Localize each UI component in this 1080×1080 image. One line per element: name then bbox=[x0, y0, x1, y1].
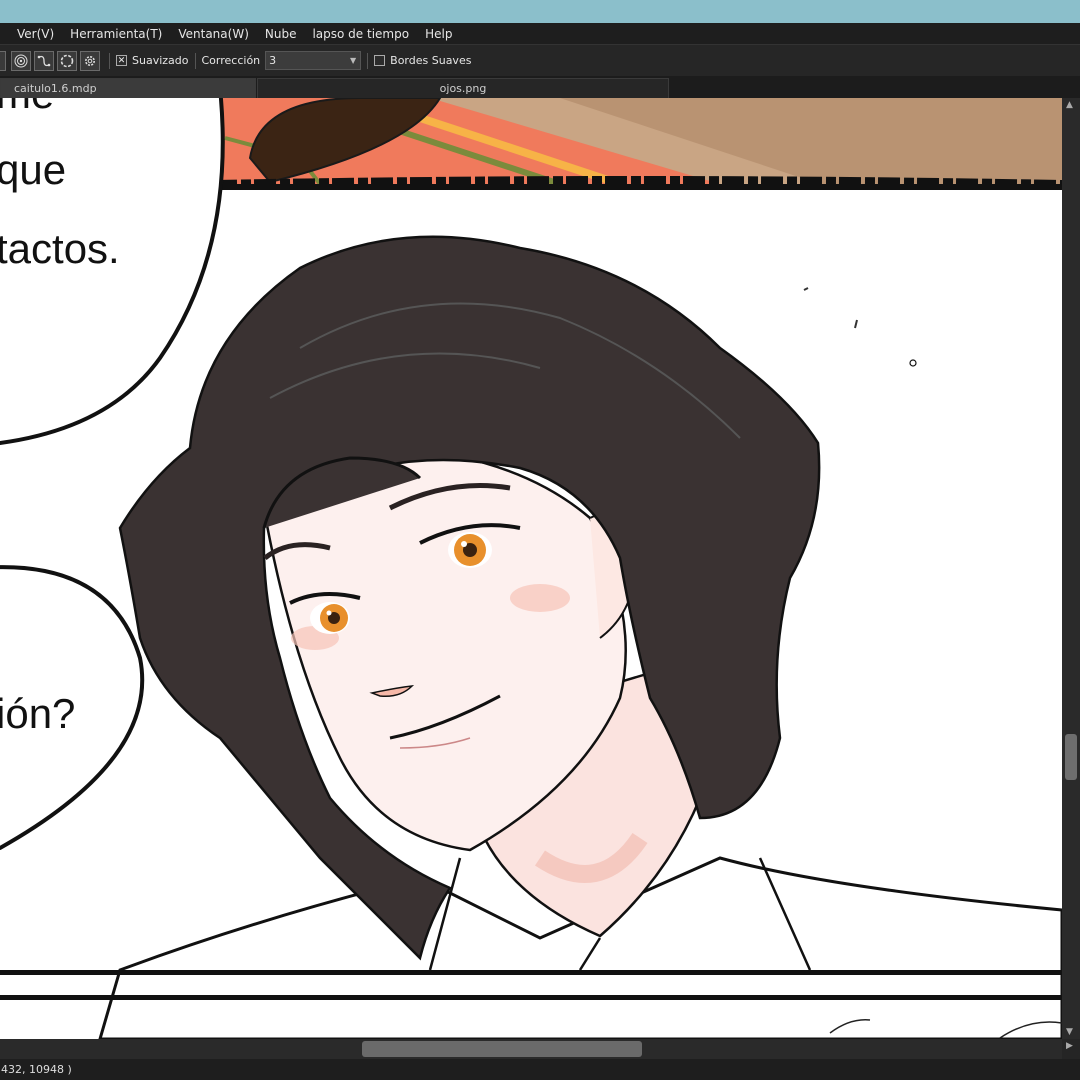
tab-caitulo[interactable]: caitulo1.6.mdp bbox=[0, 78, 256, 98]
bubble-text-line-3: tactos. bbox=[0, 225, 120, 272]
horizontal-scrollbar[interactable] bbox=[0, 1039, 1062, 1059]
menu-window[interactable]: Ventana(W) bbox=[170, 27, 257, 41]
toolbar-separator bbox=[194, 52, 196, 69]
tool-options-bar: ✕ Suavizado Corrección 3 ▼ Bordes Suaves bbox=[0, 44, 1080, 77]
menu-bar: Ver(V) Herramienta(T) Ventana(W) Nube la… bbox=[0, 23, 1080, 44]
bubble-text-line-1: me bbox=[0, 98, 54, 117]
menu-view[interactable]: Ver(V) bbox=[0, 27, 62, 41]
tab-ojos[interactable]: ojos.png bbox=[257, 78, 669, 98]
menu-timelapse[interactable]: lapso de tiempo bbox=[304, 27, 417, 41]
cursor-coordinates: 432, 10948 ) bbox=[1, 1063, 72, 1076]
bubble-text-line-4: ión? bbox=[0, 690, 75, 737]
chevron-down-icon[interactable]: ▼ bbox=[1066, 1027, 1073, 1037]
chevron-down-icon: ▼ bbox=[350, 56, 357, 65]
toolbar-separator bbox=[109, 52, 110, 69]
soft-edges-label: Bordes Suaves bbox=[390, 54, 472, 67]
vertical-scroll-thumb[interactable] bbox=[1065, 734, 1077, 780]
drawing-canvas[interactable]: me que tactos. ión? bbox=[0, 98, 1062, 1039]
toolbar-separator bbox=[367, 52, 369, 69]
tab-label: caitulo1.6.mdp bbox=[14, 82, 97, 95]
soft-edges-checkbox[interactable] bbox=[374, 55, 386, 66]
smoothing-checkbox[interactable]: ✕ bbox=[116, 55, 127, 66]
menu-help[interactable]: Help bbox=[417, 27, 460, 41]
gear-icon[interactable] bbox=[80, 50, 100, 71]
status-bar: 432, 10948 ) bbox=[0, 1059, 1080, 1080]
curve-icon[interactable] bbox=[34, 50, 54, 71]
smoothing-label: Suavizado bbox=[132, 54, 189, 67]
vertical-scrollbar[interactable]: ▲ ▼ bbox=[1062, 98, 1080, 1039]
chevron-right-icon[interactable]: ▶ bbox=[1066, 1041, 1073, 1051]
horizontal-scroll-thumb[interactable] bbox=[362, 1041, 642, 1057]
menu-tool[interactable]: Herramienta(T) bbox=[62, 27, 170, 41]
chevron-up-icon[interactable]: ▲ bbox=[1066, 100, 1073, 110]
top-panel-art bbox=[214, 98, 1062, 190]
artwork: me que tactos. ión? bbox=[0, 98, 1062, 1039]
circle-select-icon[interactable] bbox=[57, 50, 77, 71]
window-title-strip bbox=[0, 0, 1080, 23]
correction-select[interactable]: 3 ▼ bbox=[265, 51, 362, 70]
tab-label: ojos.png bbox=[439, 82, 487, 95]
correction-value: 3 bbox=[269, 54, 277, 67]
shape-icon[interactable] bbox=[0, 50, 6, 71]
document-tab-bar: caitulo1.6.mdp ojos.png bbox=[0, 76, 1080, 98]
correction-label: Corrección bbox=[201, 54, 261, 67]
ring-icon[interactable] bbox=[11, 50, 31, 71]
menu-cloud[interactable]: Nube bbox=[257, 27, 305, 41]
bubble-text-line-2: que bbox=[0, 146, 66, 193]
